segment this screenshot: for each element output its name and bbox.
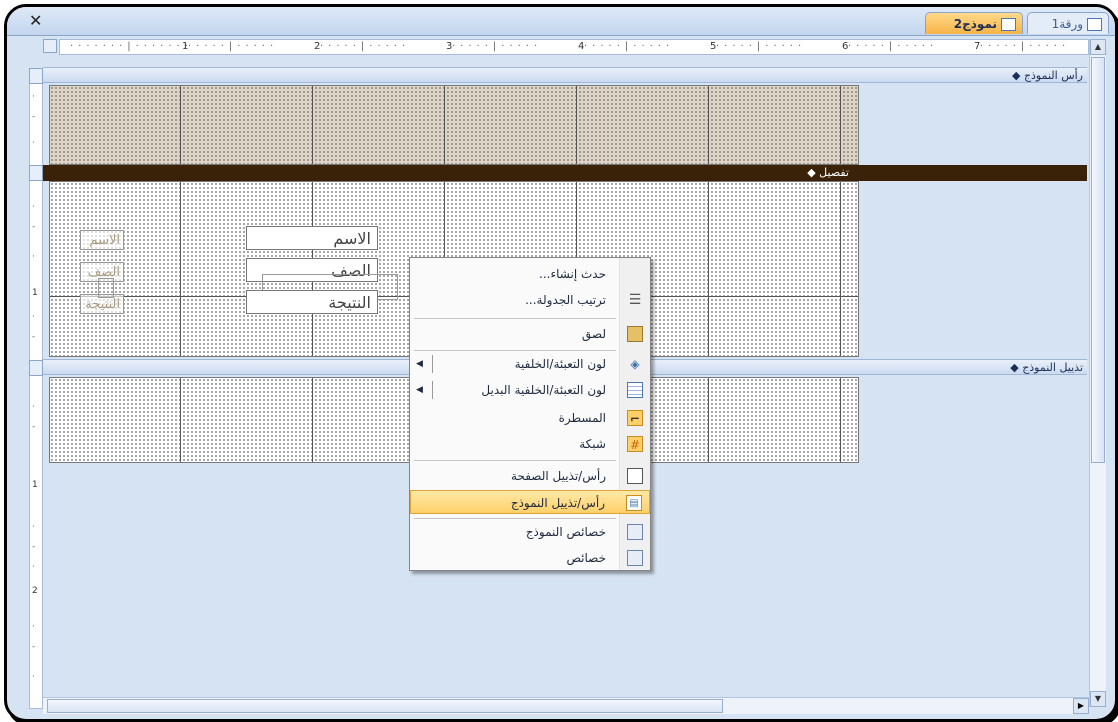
form-selector[interactable] [43, 39, 57, 53]
document-tab-bar: ✕ نموذج2 ورقة1 [7, 7, 1115, 36]
tab-form2[interactable]: نموذج2 [925, 12, 1023, 34]
menu-item-build-event[interactable]: حدث إنشاء... [410, 262, 650, 286]
tab-form2-label: نموذج2 [953, 17, 997, 31]
form-icon [1001, 18, 1016, 31]
menu-item-label: رأس/تذييل الصفحة [511, 469, 606, 483]
menu-item-label: لون التعبئة/الخلفية البديل [481, 383, 606, 397]
menu-item-label: لون التعبئة/الخلفية [514, 357, 606, 371]
menu-item-tab-order[interactable]: ☰ ترتيب الجدولة... [410, 288, 650, 312]
menu-item-paste[interactable]: لصق [410, 322, 650, 346]
section-bar-detail-extension [853, 165, 1087, 181]
ruler-mark: 2 [32, 586, 38, 596]
section-title: تذييل النموذج [1022, 361, 1083, 374]
vertical-scrollbar[interactable]: ▲ ▼ [1089, 39, 1106, 707]
submenu-arrow-icon: ◀ [416, 385, 423, 395]
fill-color-icon: ◈ [630, 357, 640, 371]
field-name[interactable]: الاسم [246, 226, 378, 250]
section-arrow-icon: ◆ [1011, 69, 1021, 82]
section-arrow-icon: ◆ [1010, 361, 1019, 374]
small-control-box[interactable] [98, 278, 114, 298]
menu-item-properties[interactable]: خصائص [410, 546, 650, 570]
submenu-divider [432, 355, 433, 373]
section-title: تفصيل [819, 166, 849, 179]
ruler-icon: ⌐ [627, 410, 643, 426]
menu-item-label: حدث إنشاء... [539, 267, 606, 281]
section-bar-detail[interactable]: تفصيل ◆ [29, 165, 853, 181]
submenu-arrow-icon: ◀ [416, 359, 423, 369]
menu-item-label: خصائص النموذج [525, 525, 606, 539]
submenu-divider [432, 381, 433, 399]
alternate-fill-icon [627, 382, 643, 398]
field-result[interactable]: النتيجة [246, 290, 378, 314]
menu-item-label: شبكة [579, 437, 606, 451]
section-arrow-icon: ◆ [807, 166, 816, 179]
menu-item-form-properties[interactable]: خصائص النموذج [410, 520, 650, 544]
scroll-up-button[interactable]: ▲ [1090, 39, 1106, 55]
form-properties-icon [627, 524, 643, 540]
tab-sheet1[interactable]: ورقة1 [1027, 12, 1109, 34]
vertical-scroll-thumb[interactable] [1091, 57, 1105, 463]
ruler-mark: 1 [32, 288, 38, 298]
horizontal-scroll-thumb[interactable] [47, 699, 723, 713]
menu-item-grid[interactable]: # شبكة [410, 432, 650, 456]
page-header-footer-icon [627, 468, 643, 484]
section-selector[interactable] [29, 360, 43, 376]
form-header-footer-icon: ▤ [626, 495, 642, 511]
menu-item-label: ترتيب الجدولة... [525, 293, 606, 307]
menu-item-label: لصق [581, 327, 606, 341]
table-icon [1087, 18, 1102, 31]
menu-item-label: خصائص [566, 551, 606, 565]
tab-order-icon: ☰ [628, 292, 642, 308]
menu-item-label: المسطرة [558, 411, 606, 425]
menu-item-page-header-footer[interactable]: رأس/تذييل الصفحة [410, 464, 650, 488]
close-icon[interactable]: ✕ [29, 11, 42, 30]
menu-item-alternate-fill[interactable]: لون التعبئة/الخلفية البديل ◀ [410, 378, 650, 402]
section-title: رأس النموذج [1023, 69, 1083, 82]
section-selector[interactable] [29, 165, 43, 181]
horizontal-scrollbar[interactable]: ▶ [43, 697, 1089, 714]
access-window: ✕ نموذج2 ورقة1 ·······|······· 1 ·····|·… [4, 4, 1118, 722]
menu-item-ruler[interactable]: ⌐ المسطرة [410, 406, 650, 430]
label-name[interactable]: الاسم [80, 230, 124, 250]
context-menu: حدث إنشاء... ☰ ترتيب الجدولة... لصق ◈ لو… [409, 257, 651, 571]
tab-sheet1-label: ورقة1 [1051, 17, 1083, 31]
menu-item-fill-color[interactable]: ◈ لون التعبئة/الخلفية ◀ [410, 352, 650, 376]
menu-item-form-header-footer[interactable]: ▤ رأس/تذييل النموذج [410, 490, 650, 514]
properties-icon [627, 550, 643, 566]
scroll-down-button[interactable]: ▼ [1090, 691, 1106, 707]
paste-icon [627, 326, 643, 342]
section-selector[interactable] [29, 68, 43, 84]
section-bar-form-header[interactable]: رأس النموذج ◆ [29, 67, 1087, 84]
ruler-mark: 1 [32, 480, 38, 490]
form-header-area[interactable] [49, 85, 859, 165]
menu-item-label: رأس/تذييل النموذج [510, 496, 605, 510]
scroll-right-button[interactable]: ▶ [1073, 698, 1089, 714]
horizontal-ruler[interactable]: ·······|······· 1 ·····|····· 2 ·····|··… [59, 39, 1089, 55]
grid-icon: # [627, 436, 643, 452]
